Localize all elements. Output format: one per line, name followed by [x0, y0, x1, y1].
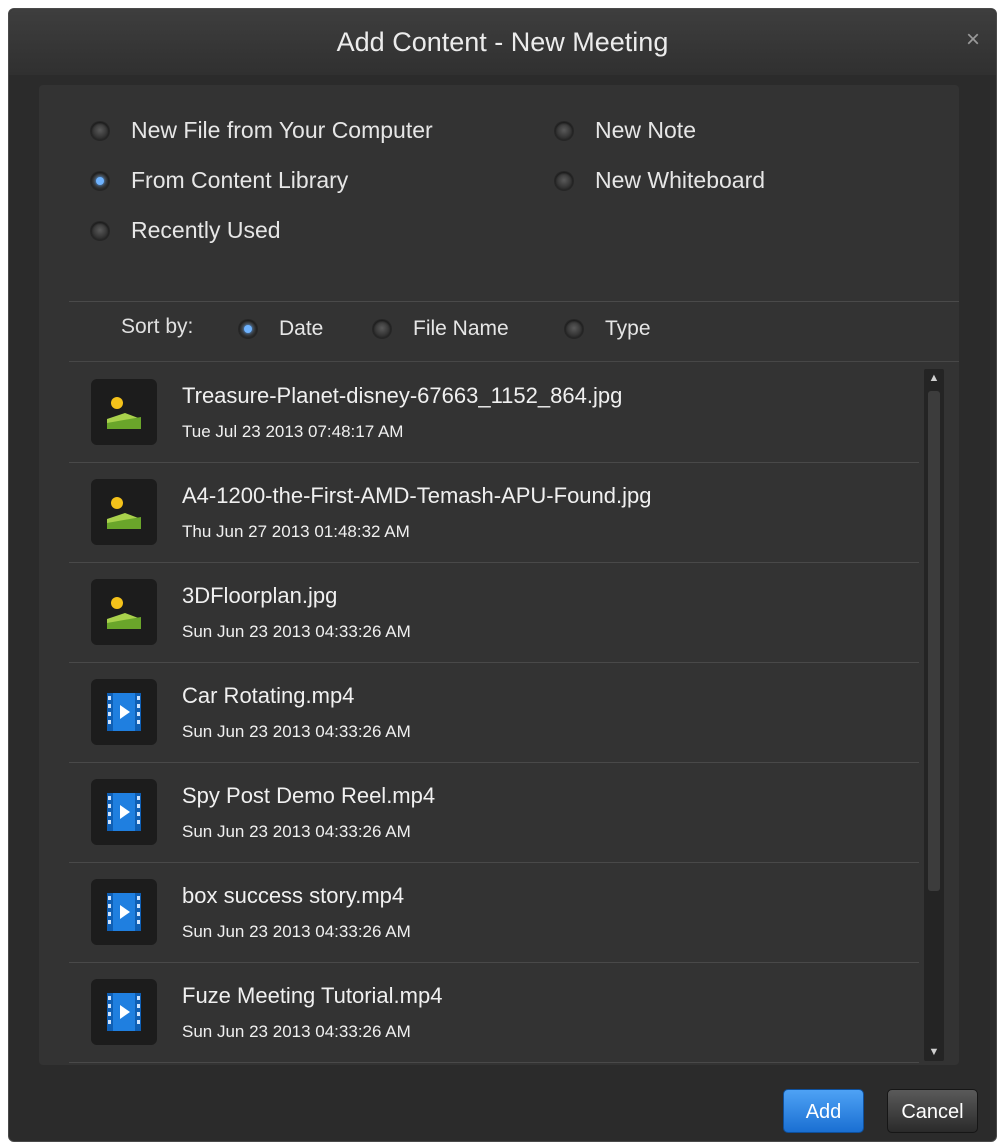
- image-file-icon: [91, 479, 157, 545]
- file-name: box success story.mp4: [182, 883, 405, 908]
- content-panel: New File from Your Computer From Content…: [39, 85, 959, 1065]
- file-name: Treasure-Planet-disney-67663_1152_864.jp…: [182, 383, 623, 408]
- radio-dot-icon: [555, 121, 573, 140]
- file-date: Sun Jun 23 2013 04:33:26 AM: [182, 722, 411, 741]
- radio-label: From Content Library: [131, 167, 349, 193]
- radio-label: Recently Used: [131, 217, 281, 243]
- radio-dot-icon: [373, 320, 391, 338]
- radio-label: New Note: [595, 117, 696, 143]
- sort-by-file-name[interactable]: File Name: [373, 317, 509, 341]
- list-item[interactable]: Car Rotating.mp4 Sun Jun 23 2013 04:33:2…: [69, 663, 919, 763]
- file-name: A4-1200-the-First-AMD-Temash-APU-Found.j…: [182, 483, 652, 508]
- scroll-down-arrow-icon[interactable]: ▼: [924, 1043, 944, 1061]
- sort-by-type[interactable]: Type: [565, 317, 651, 341]
- dialog-titlebar: Add Content - New Meeting ×: [9, 9, 996, 75]
- close-icon[interactable]: ×: [960, 27, 986, 53]
- radio-label: New Whiteboard: [595, 167, 766, 193]
- sort-row: Sort by: Date File Name Type: [69, 303, 959, 362]
- sort-option-label: File Name: [413, 317, 509, 340]
- list-item[interactable]: Spy Post Demo Reel.mp4 Sun Jun 23 2013 0…: [69, 763, 919, 863]
- list-scrollbar[interactable]: ▲ ▼: [924, 369, 944, 1061]
- sort-by-label: Sort by:: [121, 315, 194, 338]
- file-date: Sun Jun 23 2013 04:33:26 AM: [182, 622, 411, 641]
- video-file-icon: [91, 779, 157, 845]
- sort-option-label: Date: [279, 317, 324, 340]
- file-date: Tue Jul 23 2013 07:48:17 AM: [182, 422, 404, 441]
- list-item[interactable]: Fuze Meeting Tutorial.mp4 Sun Jun 23 201…: [69, 963, 919, 1063]
- list-item[interactable]: Treasure-Planet-disney-67663_1152_864.jp…: [69, 363, 919, 463]
- divider: [69, 301, 959, 302]
- file-date: Thu Jun 27 2013 01:48:32 AM: [182, 522, 410, 541]
- radio-dot-icon: [565, 320, 583, 338]
- add-button[interactable]: Add: [783, 1089, 864, 1133]
- file-name: Car Rotating.mp4: [182, 683, 355, 708]
- file-date: Sun Jun 23 2013 04:33:26 AM: [182, 922, 411, 941]
- radio-recently-used[interactable]: Recently Used: [91, 217, 281, 244]
- radio-dot-icon: [555, 171, 573, 190]
- radio-new-whiteboard[interactable]: New Whiteboard: [555, 167, 765, 194]
- list-item[interactable]: A4-1200-the-First-AMD-Temash-APU-Found.j…: [69, 463, 919, 563]
- image-file-icon: [91, 579, 157, 645]
- list-item[interactable]: box success story.mp4 Sun Jun 23 2013 04…: [69, 863, 919, 963]
- sort-by-date[interactable]: Date: [239, 317, 323, 341]
- radio-dot-icon: [91, 221, 109, 240]
- video-file-icon: [91, 879, 157, 945]
- add-content-dialog: Add Content - New Meeting × New File fro…: [8, 8, 997, 1142]
- dialog-title: Add Content - New Meeting: [336, 27, 669, 57]
- video-file-icon: [91, 979, 157, 1045]
- radio-from-content-library[interactable]: From Content Library: [91, 167, 348, 194]
- file-list: Treasure-Planet-disney-67663_1152_864.jp…: [69, 363, 919, 1063]
- video-file-icon: [91, 679, 157, 745]
- file-name: Spy Post Demo Reel.mp4: [182, 783, 436, 808]
- file-date: Sun Jun 23 2013 04:33:26 AM: [182, 1022, 411, 1041]
- list-item[interactable]: 3DFloorplan.jpg Sun Jun 23 2013 04:33:26…: [69, 563, 919, 663]
- cancel-button[interactable]: Cancel: [887, 1089, 978, 1133]
- scrollbar-thumb[interactable]: [928, 391, 940, 891]
- radio-dot-icon: [91, 121, 109, 140]
- image-file-icon: [91, 379, 157, 445]
- file-date: Sun Jun 23 2013 04:33:26 AM: [182, 822, 411, 841]
- radio-new-note[interactable]: New Note: [555, 117, 696, 144]
- radio-new-file-from-computer[interactable]: New File from Your Computer: [91, 117, 433, 144]
- radio-label: New File from Your Computer: [131, 117, 433, 143]
- radio-dot-selected-icon: [239, 320, 257, 338]
- scroll-up-arrow-icon[interactable]: ▲: [924, 369, 944, 387]
- file-name: 3DFloorplan.jpg: [182, 583, 338, 608]
- sort-option-label: Type: [605, 317, 651, 340]
- file-name: Fuze Meeting Tutorial.mp4: [182, 983, 443, 1008]
- radio-dot-selected-icon: [91, 171, 109, 190]
